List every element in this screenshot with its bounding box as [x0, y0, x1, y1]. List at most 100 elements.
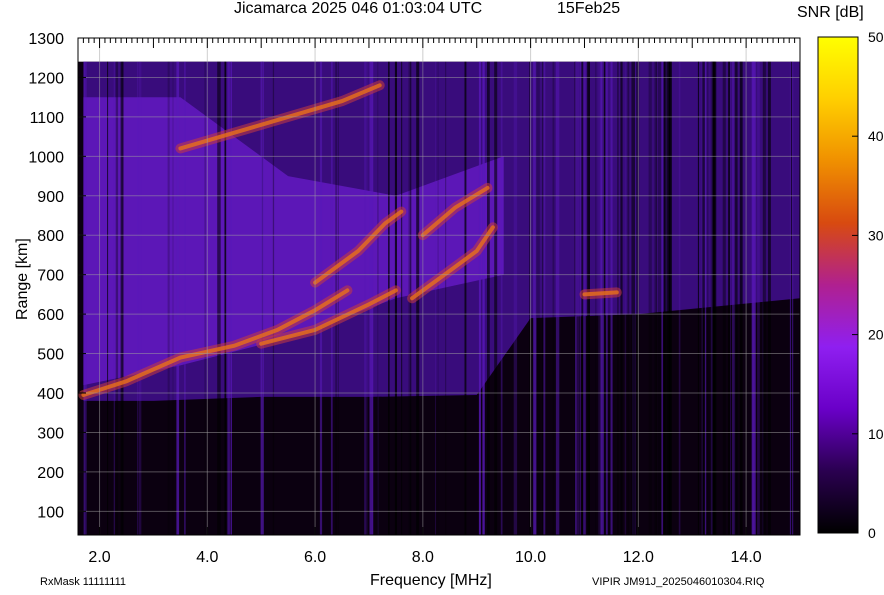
interference-streak	[663, 61, 666, 535]
interference-streak	[365, 61, 368, 535]
interference-streak	[394, 61, 397, 535]
interference-streak	[260, 61, 264, 535]
interference-streak	[137, 61, 139, 535]
colorbar-tick-label: 0	[868, 525, 876, 541]
interference-streak	[606, 61, 608, 535]
interference-streak	[702, 61, 705, 535]
interference-streak	[478, 61, 481, 535]
interference-streak	[617, 61, 619, 535]
interference-streak	[437, 61, 439, 535]
interference-streak	[536, 61, 540, 535]
y-tick-label: 200	[37, 465, 64, 482]
interference-streak	[661, 61, 663, 535]
interference-streak	[627, 61, 630, 535]
interference-streak	[172, 61, 174, 535]
interference-streak	[401, 61, 403, 535]
interference-streak	[666, 61, 670, 535]
x-tick-label: 4.0	[196, 549, 218, 566]
y-tick-label: 600	[37, 307, 64, 324]
interference-streak	[575, 61, 577, 535]
echo-trace-core	[582, 290, 619, 297]
interference-streak	[445, 61, 447, 535]
interference-streak	[579, 61, 581, 535]
colorbar-tick-label: 30	[868, 227, 884, 243]
interference-streak	[487, 61, 490, 535]
interference-streak	[767, 61, 771, 535]
interference-streak	[789, 61, 792, 535]
colorbar-gradient	[817, 36, 859, 534]
interference-streak	[533, 61, 537, 535]
interference-streak	[576, 61, 580, 535]
interference-streak	[552, 61, 555, 535]
colorbar-tick-label: 10	[868, 426, 884, 442]
interference-streak	[84, 61, 86, 535]
x-tick-label: 14.0	[731, 549, 762, 566]
interference-streak	[555, 61, 560, 535]
interference-streak	[655, 61, 657, 535]
y-tick-label: 700	[37, 268, 64, 285]
interference-streak	[654, 61, 656, 535]
interference-streak	[707, 61, 709, 535]
y-tick-label: 400	[37, 386, 64, 403]
y-tick-label: 100	[37, 504, 64, 521]
interference-streak	[543, 61, 546, 535]
y-tick-label: 300	[37, 425, 64, 442]
interference-streak	[435, 61, 436, 535]
interference-streak	[122, 61, 124, 535]
interference-streak	[657, 61, 662, 535]
interference-streak	[722, 61, 726, 535]
y-tick-label: 1200	[28, 70, 64, 87]
interference-streak	[494, 61, 498, 535]
colorbar-tick-label: 20	[868, 327, 884, 343]
interference-streak	[765, 61, 767, 535]
interference-streak	[176, 61, 180, 535]
interference-streak	[272, 61, 275, 535]
interference-streak	[714, 61, 717, 535]
x-tick-label: 6.0	[304, 549, 326, 566]
interference-streak	[529, 61, 530, 535]
interference-streak	[757, 61, 760, 535]
y-tick-label: 1100	[30, 110, 65, 127]
x-tick-label: 12.0	[623, 549, 654, 566]
x-tick-label: 8.0	[412, 549, 434, 566]
interference-streak	[631, 61, 635, 535]
interference-streak	[140, 61, 142, 535]
interference-streak	[204, 61, 206, 535]
interference-streak	[319, 61, 323, 535]
interference-streak	[620, 61, 623, 535]
interference-streak	[728, 61, 731, 535]
y-tick-label: 900	[37, 189, 64, 206]
y-tick-label: 1000	[28, 149, 64, 166]
interference-streak	[464, 61, 467, 535]
y-tick-label: 1300	[28, 31, 64, 48]
interference-streak	[734, 61, 738, 535]
interference-streak	[648, 61, 652, 535]
interference-streak	[184, 61, 186, 535]
interference-streak	[542, 61, 544, 535]
ionogram-chart: 2.0 4.0 6.0 8.0 10.0 12.0 14.01002003004005006…	[28, 29, 884, 566]
interference-streak	[678, 61, 681, 535]
interference-streak	[710, 61, 713, 535]
interference-streak	[364, 61, 366, 535]
interference-streak	[624, 61, 627, 535]
interference-streak	[610, 61, 613, 535]
interference-streak	[115, 61, 119, 535]
colorbar-tick-label: 40	[868, 128, 884, 144]
colorbar: 0 10 20 30 40 50	[817, 29, 884, 541]
interference-streak	[113, 61, 115, 535]
interference-streak	[500, 61, 503, 535]
interference-streak	[697, 61, 699, 535]
interference-streak	[704, 61, 707, 535]
interference-streak	[107, 61, 109, 535]
interference-streak	[138, 61, 141, 535]
interference-streak	[762, 61, 764, 535]
interference-streak	[513, 61, 518, 535]
interference-streak	[752, 61, 756, 535]
y-tick-label: 800	[37, 228, 64, 245]
x-tick-label: 10.0	[515, 549, 546, 566]
interference-streak	[482, 61, 485, 535]
plot-area: 2.0 4.0 6.0 8.0 10.0 12.0 14.0 100 200 300 400 500 6…	[28, 31, 801, 566]
colorbar-tick-label: 50	[868, 29, 884, 45]
x-tick-label: 2.0	[88, 549, 110, 566]
y-tick-label: 500	[37, 347, 64, 364]
